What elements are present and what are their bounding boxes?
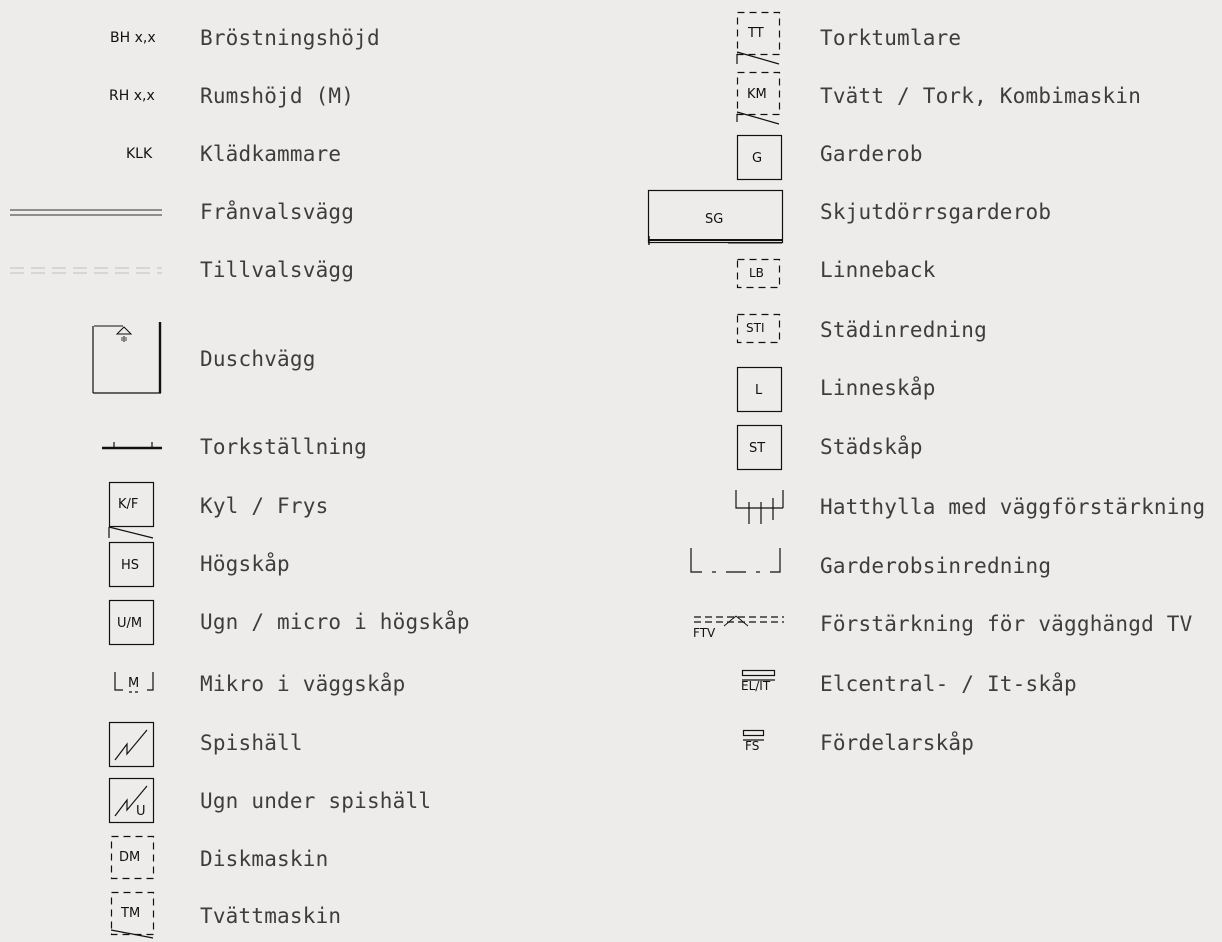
symbol-ftv: FTV	[693, 626, 716, 640]
symbol-dm: DM	[119, 850, 141, 865]
symbol-bh: BH x,x	[110, 30, 156, 46]
symbol-sti: STI	[746, 321, 765, 335]
symbol-kf: K/F	[118, 497, 139, 512]
symbol-tm: TM	[121, 906, 141, 921]
label-brostningshojd: Bröstningshöjd	[200, 26, 380, 50]
label-kyl-frys: Kyl / Frys	[200, 494, 329, 518]
label-torktumlare: Torktumlare	[820, 26, 962, 50]
label-kombimaskin: Tvätt / Tork, Kombimaskin	[820, 84, 1142, 108]
duschvagg-symbol	[92, 322, 162, 394]
torkstallning-symbol	[102, 442, 162, 450]
label-rumshojd: Rumshöjd (M)	[200, 84, 355, 108]
symbol-klk: KLK	[126, 146, 153, 162]
spishall-symbol	[108, 721, 155, 768]
symbol-hs: HS	[121, 558, 140, 573]
label-spishall: Spishäll	[200, 731, 303, 755]
franvalsvagg-symbol	[10, 209, 162, 216]
label-stadskap: Städskåp	[820, 435, 923, 459]
label-linneskap: Linneskåp	[820, 376, 936, 400]
symbol-g: G	[752, 151, 763, 166]
label-franvalsvagg: Frånvalsvägg	[200, 200, 355, 224]
symbol-um: U/M	[117, 616, 143, 631]
label-hatthylla: Hatthylla med väggförstärkning	[820, 495, 1206, 519]
label-hogskap: Högskåp	[200, 552, 290, 576]
label-garderobsinredning: Garderobsinredning	[820, 554, 1052, 578]
symbol-sg: SG	[705, 212, 724, 227]
garderobsinredning-symbol	[690, 548, 781, 573]
symbol-fs: FS	[745, 739, 760, 753]
label-tillvalsvagg: Tillvalsvägg	[200, 258, 355, 282]
label-ftv: Förstärkning för vägghängd TV	[820, 612, 1193, 636]
symbol-m: M	[128, 676, 140, 691]
symbol-rh: RH x,x	[109, 88, 155, 104]
label-duschvagg: Duschvägg	[200, 347, 316, 371]
label-stadinredning: Städinredning	[820, 318, 987, 342]
label-ugn-micro: Ugn / micro i högskåp	[200, 610, 470, 634]
label-ugn-under-spishall: Ugn under spishäll	[200, 789, 432, 813]
tillvalsvagg-symbol	[10, 267, 162, 274]
label-kladkammare: Klädkammare	[200, 142, 342, 166]
label-torkstallning: Torkställning	[200, 435, 367, 459]
symbol-l: L	[755, 383, 763, 398]
symbol-km: KM	[747, 87, 767, 102]
label-diskmaskin: Diskmaskin	[200, 847, 329, 871]
label-mikro: Mikro i väggskåp	[200, 672, 406, 696]
symbol-tt: TT	[748, 26, 764, 41]
symbol-lb: LB	[749, 266, 764, 280]
symbol-elit: EL/IT	[741, 679, 771, 693]
symbol-st: ST	[749, 441, 766, 456]
label-linneback: Linneback	[820, 258, 936, 282]
label-tvattmaskin: Tvättmaskin	[200, 904, 342, 928]
hatthylla-symbol	[735, 490, 784, 524]
label-skjutdorrsgarderob: Skjutdörrsgarderob	[820, 200, 1052, 224]
label-elcentral: Elcentral- / It-skåp	[820, 672, 1077, 696]
label-fordelarskap: Fördelarskåp	[820, 731, 975, 755]
symbol-u: U	[136, 804, 146, 819]
ugn-under-spishall-symbol	[108, 777, 155, 824]
label-garderob: Garderob	[820, 142, 923, 166]
